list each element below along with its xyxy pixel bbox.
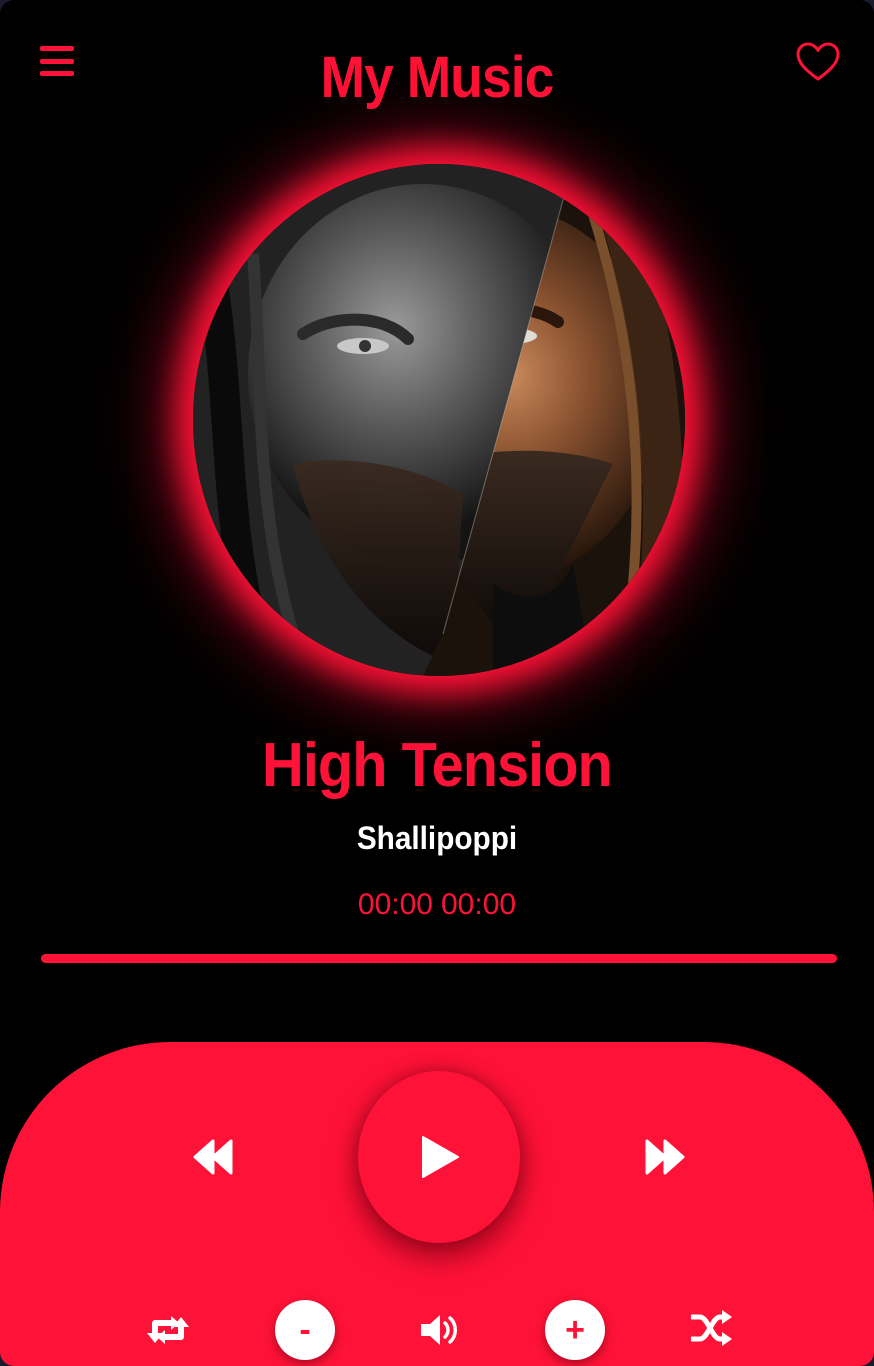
- album-art: [193, 164, 685, 676]
- time-display: 00:00 00:00: [0, 888, 874, 922]
- progress-bar[interactable]: [41, 954, 837, 963]
- favorite-button[interactable]: [796, 42, 840, 82]
- volume-down-button[interactable]: -: [275, 1300, 335, 1360]
- controls-panel: - +: [0, 1042, 874, 1366]
- volume-up-button[interactable]: +: [545, 1300, 605, 1360]
- rewind-icon: [193, 1139, 233, 1175]
- page-title: My Music: [320, 45, 555, 110]
- rewind-button[interactable]: [188, 1134, 238, 1180]
- fast-forward-button[interactable]: [640, 1134, 690, 1180]
- volume-button[interactable]: [415, 1308, 465, 1352]
- song-title: High Tension: [262, 731, 613, 800]
- volume-down-label: -: [299, 1310, 311, 1349]
- fast-forward-icon: [645, 1139, 685, 1175]
- volume-up-label: +: [565, 1310, 585, 1349]
- shuffle-button[interactable]: [686, 1306, 736, 1350]
- progress-fill: [41, 954, 837, 963]
- shuffle-icon: [691, 1310, 732, 1346]
- heart-outline-icon: [796, 42, 840, 81]
- play-icon: [422, 1136, 459, 1178]
- album-cover-image: [193, 164, 685, 676]
- volume-icon: [421, 1315, 457, 1345]
- play-button[interactable]: [358, 1071, 520, 1243]
- music-player-screen: My Music High Tension Shallipoppi 00:00 …: [0, 0, 874, 1366]
- repeat-icon: [147, 1316, 189, 1344]
- artist-name: Shallipoppi: [356, 820, 518, 856]
- duration: 00:00: [441, 888, 517, 921]
- repeat-button[interactable]: [144, 1308, 192, 1352]
- current-time: 00:00: [357, 888, 433, 921]
